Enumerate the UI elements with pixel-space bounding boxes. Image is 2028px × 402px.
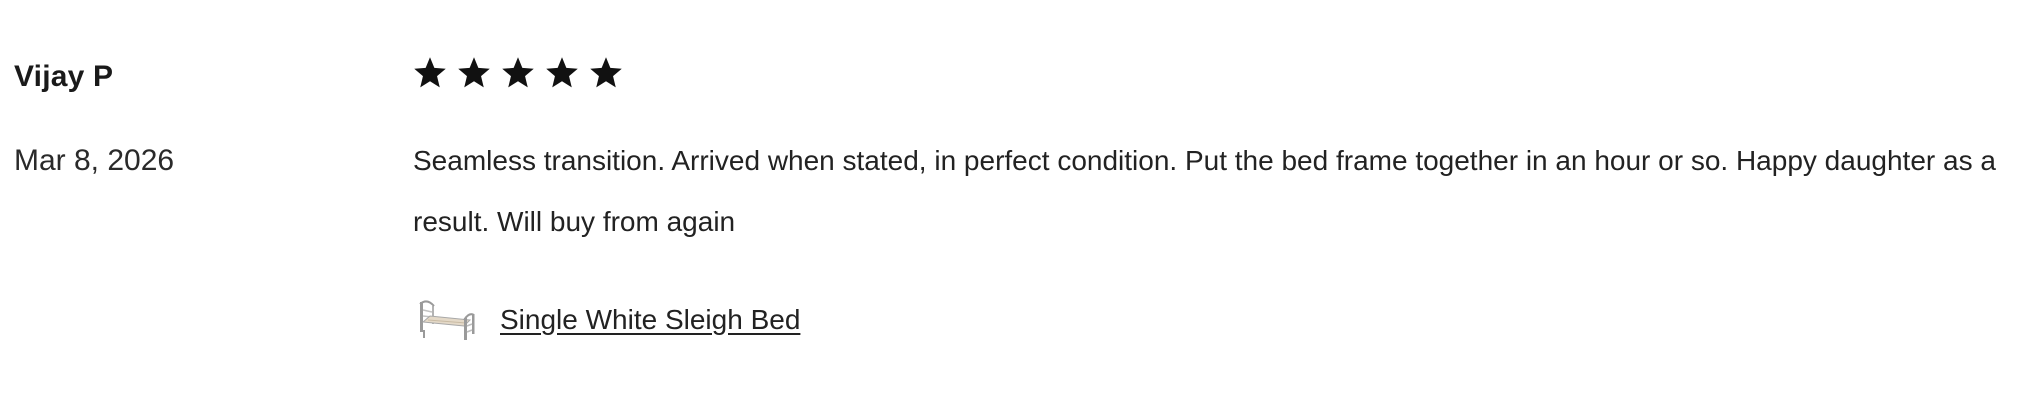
star-icon xyxy=(414,57,446,88)
review-date: Mar 8, 2026 xyxy=(14,144,175,177)
product-reference[interactable]: Single White Sleigh Bed xyxy=(416,296,800,344)
star-icon xyxy=(590,57,622,88)
star-icon xyxy=(546,57,578,88)
bed-thumbnail-icon[interactable] xyxy=(416,296,476,344)
star-icon xyxy=(502,57,534,88)
review-card: Vijay P Mar 8, 2026 Seamless transition.… xyxy=(0,0,2028,402)
reviewer-name: Vijay P xyxy=(14,60,114,93)
review-text: Seamless transition. Arrived when stated… xyxy=(413,145,1996,237)
star-icon xyxy=(458,57,490,88)
product-link[interactable]: Single White Sleigh Bed xyxy=(500,304,800,336)
star-rating xyxy=(412,55,624,91)
